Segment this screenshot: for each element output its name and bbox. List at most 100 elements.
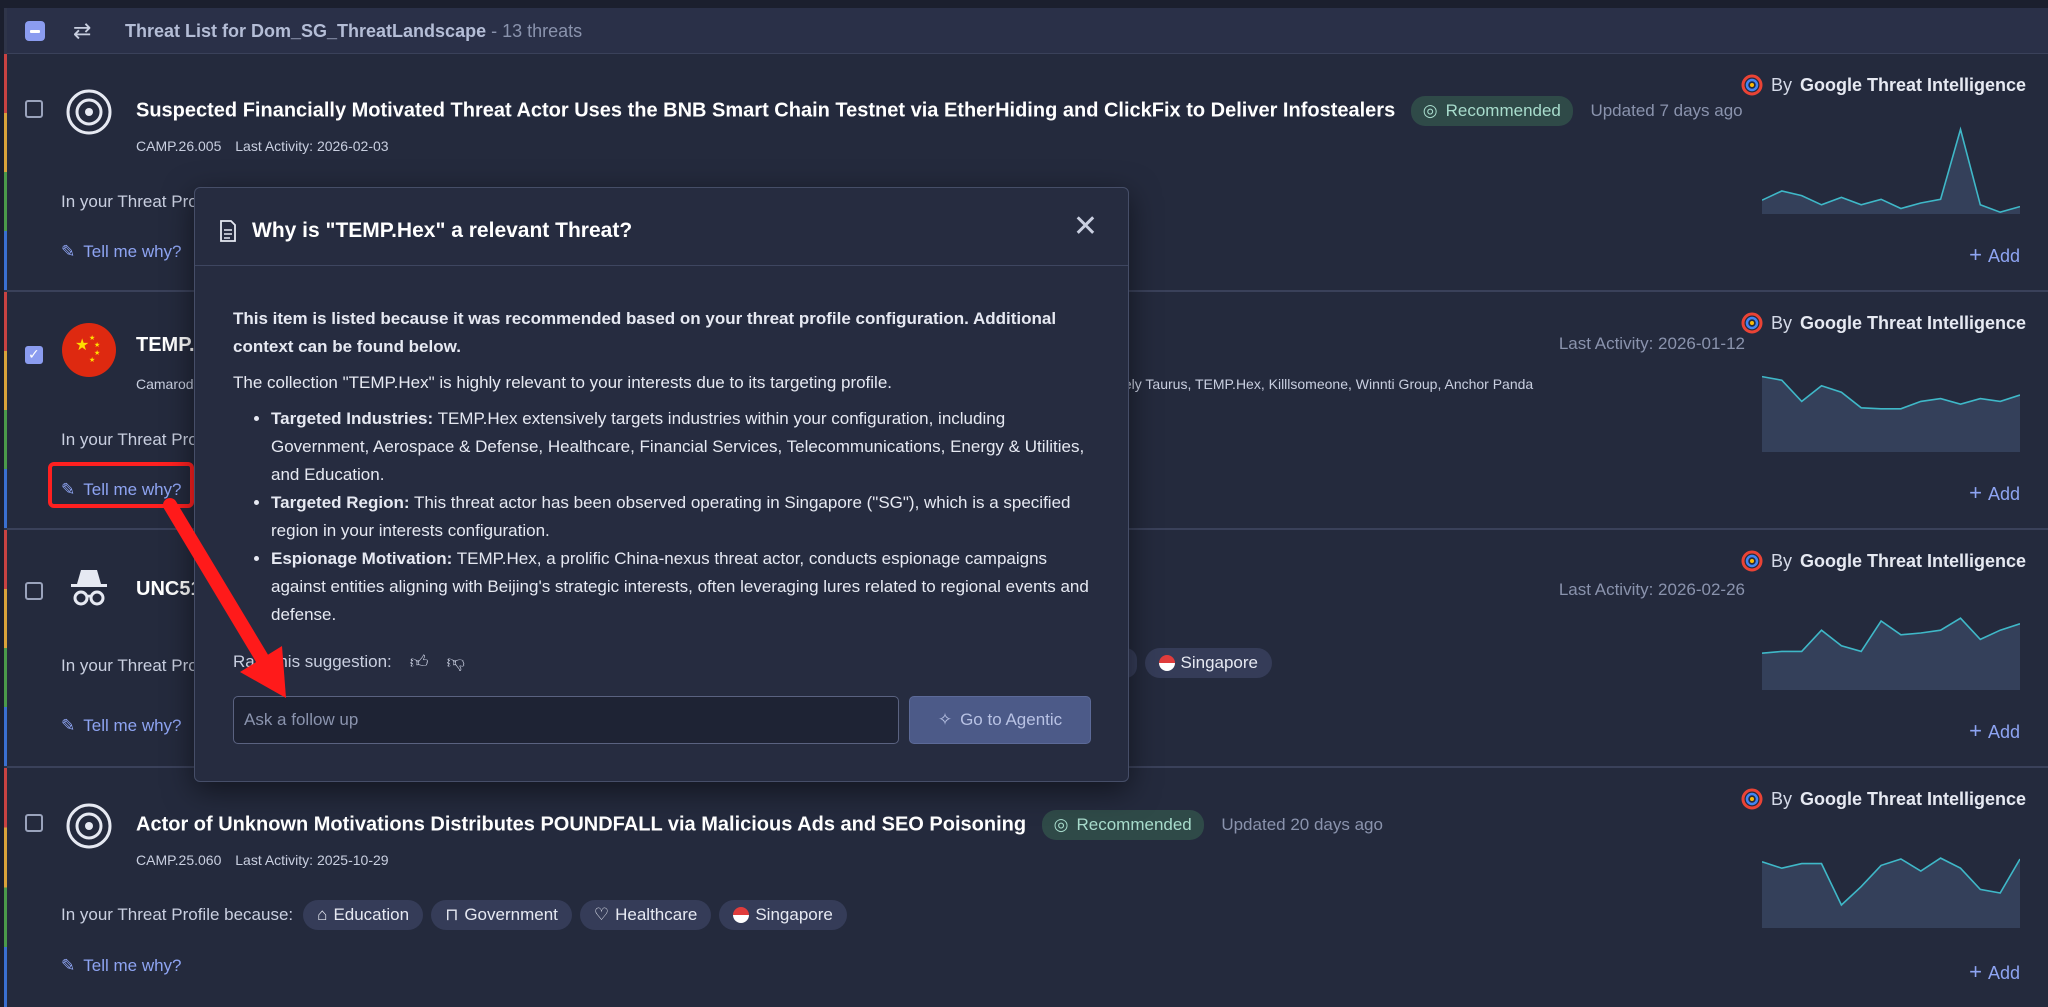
google-ti-logo-icon <box>1741 550 1763 572</box>
profile-chip-healthcare: ♡ Healthcare <box>579 900 712 930</box>
stethoscope-icon: ♡ <box>593 905 610 924</box>
google-ti-logo-icon <box>1741 74 1763 96</box>
reason-label: Targeted Industries: <box>271 409 434 428</box>
graduation-cap-icon: ⌂ <box>317 905 328 924</box>
recommended-badge: ◎ Recommended <box>1041 810 1204 840</box>
select-all-checkbox[interactable] <box>25 21 45 41</box>
go-to-agentic-button[interactable]: ✧ Go to Agentic <box>909 696 1091 744</box>
profile-chip-government: ⊓ Government <box>431 900 572 930</box>
threat-meta: CAMP.25.060 Last Activity: 2025-10-29 <box>136 852 389 868</box>
reason-label: Targeted Region: <box>271 493 410 512</box>
row-checkbox[interactable] <box>25 100 43 118</box>
row-checkbox[interactable] <box>25 582 43 600</box>
tell-me-why-link[interactable]: ✎ Tell me why? <box>61 716 182 736</box>
threat-title[interactable]: Actor of Unknown Motivations Distributes… <box>136 810 1383 840</box>
add-label: Add <box>1987 722 2020 742</box>
government-building-icon: ⊓ <box>445 905 459 924</box>
source-attribution: By Google Threat Intelligence <box>1741 74 2026 96</box>
row-checkbox[interactable] <box>25 814 43 832</box>
why-relevant-dialog: Why is "TEMP.Hex" a relevant Threat? ✕ T… <box>194 187 1129 782</box>
sparkline-area <box>1762 129 2020 214</box>
updated-text: Updated 7 days ago <box>1590 101 1743 120</box>
reason-item: Targeted Industries: TEMP.Hex extensivel… <box>271 405 1093 489</box>
add-label: Add <box>1987 963 2020 983</box>
profile-reason-label: In your Threat Pro <box>61 430 198 449</box>
threat-title[interactable]: Suspected Financially Motivated Threat A… <box>136 96 1743 126</box>
svg-text:★: ★ <box>75 335 89 354</box>
source-by: By <box>1770 74 1792 95</box>
activity-sparkline <box>1762 857 2020 928</box>
plus-icon: + <box>1969 718 1982 743</box>
threat-title-text[interactable]: Actor of Unknown Motivations Distributes… <box>136 813 1026 835</box>
source-name: Google Threat Intelligence <box>1799 74 2026 95</box>
chip-label: Healthcare <box>615 905 698 924</box>
plus-icon: + <box>1969 959 1982 984</box>
swap-icon[interactable]: ⇄ <box>73 20 97 42</box>
source-by: By <box>1770 788 1792 809</box>
source-attribution: By Google Threat Intelligence <box>1741 312 2026 334</box>
thumbs-down-icon[interactable]: 👎︎ <box>447 651 465 673</box>
updated-text: Updated 20 days ago <box>1221 815 1383 834</box>
tell-me-why-link[interactable]: ✎ Tell me why? <box>61 956 182 976</box>
sparkline-area <box>1762 858 2020 928</box>
source-name: Google Threat Intelligence <box>1799 550 2026 571</box>
campaign-target-icon <box>66 803 112 849</box>
aliases-right: tely Taurus, TEMP.Hex, Killlsomeone, Win… <box>1120 376 1534 392</box>
recommended-label: Recommended <box>1076 815 1192 834</box>
last-activity: Last Activity: 2026-02-03 <box>235 138 389 154</box>
recommended-icon: ◎ <box>1053 815 1069 834</box>
chip-label: Education <box>333 905 410 924</box>
tell-me-why-label: Tell me why? <box>83 242 182 261</box>
sparkline-area <box>1762 376 2020 452</box>
add-button[interactable]: + Add <box>1969 959 2020 985</box>
campaign-target-icon <box>66 89 112 135</box>
last-activity: Last Activity: 2026-01-12 <box>1558 334 1745 353</box>
agentic-sparkle-icon: ✧ <box>937 710 953 729</box>
singapore-flag-icon <box>1158 655 1175 671</box>
tell-me-why-link[interactable]: ✎ Tell me why? <box>61 242 182 262</box>
add-button[interactable]: + Add <box>1969 480 2020 506</box>
source-attribution: By Google Threat Intelligence <box>1741 788 2026 810</box>
reason-item: Espionage Motivation: TEMP.Hex, a prolif… <box>271 545 1093 629</box>
source-name: Google Threat Intelligence <box>1799 312 2026 333</box>
profile-reason-label: In your Threat Pro <box>61 656 198 675</box>
row-stripe <box>4 54 7 290</box>
row-stripe <box>4 530 7 766</box>
rate-suggestion: Rate this suggestion: 👍︎ 👎︎ <box>233 651 465 673</box>
threat-meta: CAMP.26.005 Last Activity: 2026-02-03 <box>136 138 389 154</box>
add-button[interactable]: + Add <box>1969 242 2020 268</box>
activity-sparkline <box>1762 617 2020 690</box>
explain-icon: ✎ <box>61 716 76 735</box>
plus-icon: + <box>1969 242 1982 267</box>
document-icon <box>220 220 236 242</box>
dialog-title: Why is "TEMP.Hex" a relevant Threat? <box>252 219 633 242</box>
threat-count: - 13 threats <box>491 21 583 41</box>
recommended-icon: ◎ <box>1422 101 1438 120</box>
recommended-badge: ◎ Recommended <box>1410 96 1573 126</box>
last-activity: Last Activity: 2026-02-26 <box>1558 580 1745 599</box>
google-ti-logo-icon <box>1741 312 1763 334</box>
chip-label: Singapore <box>755 905 833 924</box>
activity-sparkline <box>1762 375 2020 452</box>
go-to-agentic-label: Go to Agentic <box>960 710 1063 729</box>
add-label: Add <box>1987 484 2020 504</box>
list-title: Threat List for Dom_SG_ThreatLandscape -… <box>125 21 582 42</box>
reason-item: Targeted Region: This threat actor has b… <box>271 489 1093 545</box>
follow-up-input[interactable] <box>233 696 899 744</box>
add-button[interactable]: + Add <box>1969 718 2020 744</box>
tell-me-why-label: Tell me why? <box>83 956 182 975</box>
threat-id: CAMP.25.060 <box>136 852 222 868</box>
svg-text:★: ★ <box>89 356 95 364</box>
singapore-flag-icon <box>733 907 750 923</box>
thumbs-up-icon[interactable]: 👍︎ <box>410 651 429 673</box>
close-icon[interactable]: ✕ <box>1073 212 1098 242</box>
china-flag-icon: ★ ★ ★ ★ ★ <box>62 323 116 377</box>
threat-title-text[interactable]: Suspected Financially Motivated Threat A… <box>136 99 1395 121</box>
row-checkbox[interactable] <box>25 346 43 364</box>
aliases-left: Camarod <box>136 376 194 392</box>
list-title-text: Threat List for Dom_SG_ThreatLandscape <box>125 21 487 41</box>
threat-row: Actor of Unknown Motivations Distributes… <box>4 768 2048 1007</box>
list-header: ⇄ Threat List for Dom_SG_ThreatLandscape… <box>7 8 2048 54</box>
threat-title[interactable]: UNC51 <box>136 578 202 601</box>
explain-icon: ✎ <box>61 956 76 975</box>
